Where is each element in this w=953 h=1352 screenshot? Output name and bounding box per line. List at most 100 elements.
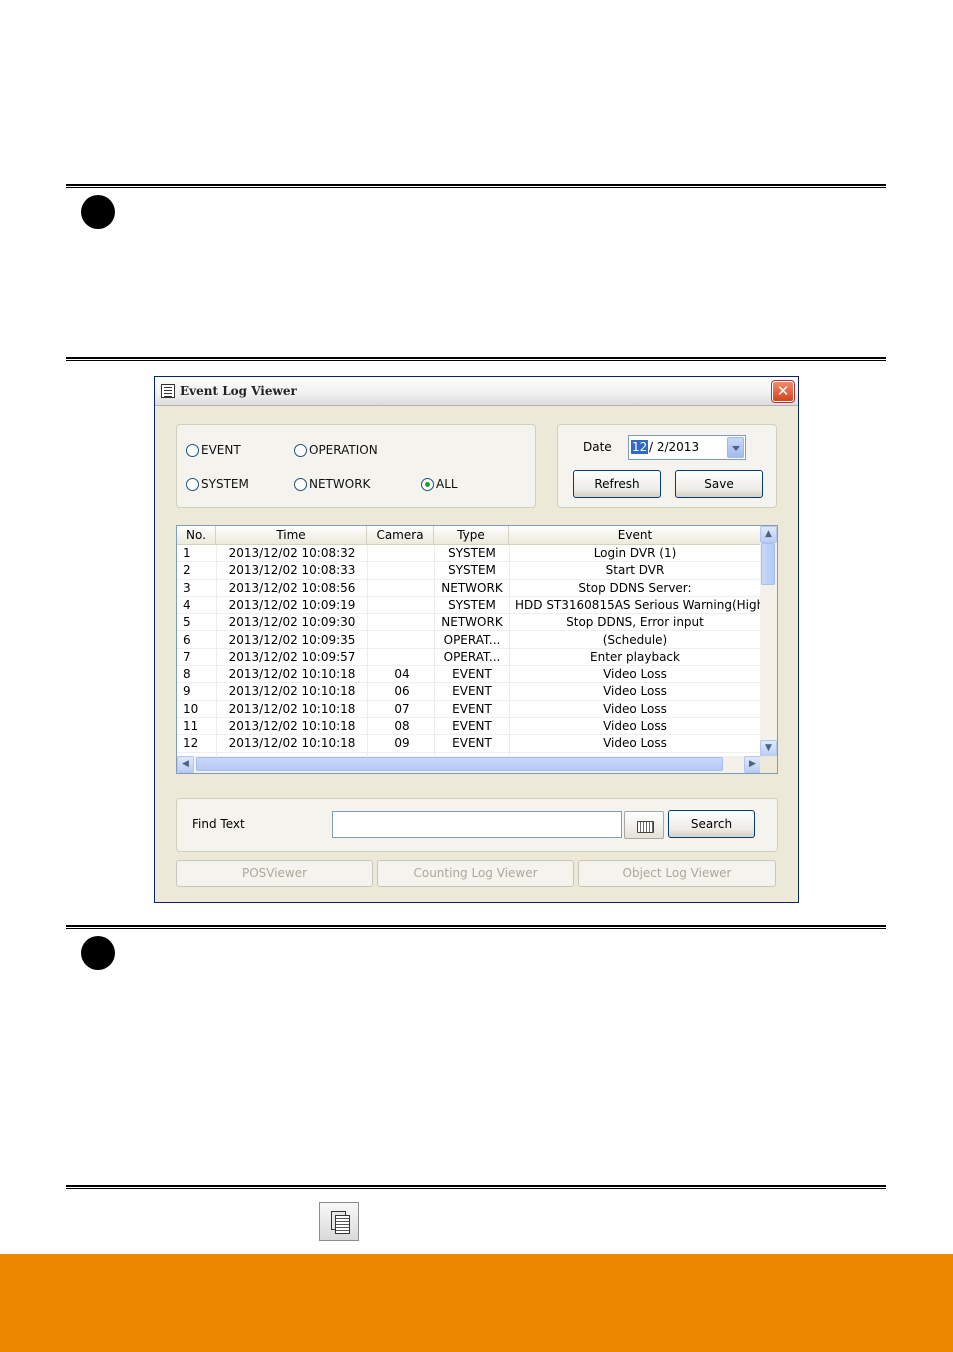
- radio-event-circle[interactable]: [186, 443, 199, 457]
- list-header: No. Time Camera Type Event: [177, 526, 761, 545]
- cell-no: 10: [183, 701, 199, 716]
- cell-no: 7: [183, 649, 191, 664]
- radio-all[interactable]: ALL: [421, 477, 458, 491]
- table-row[interactable]: 9 2013/12/02 10:10:18 06 EVENT Video Los…: [177, 683, 761, 701]
- radio-system[interactable]: SYSTEM: [186, 477, 249, 491]
- radio-system-circle[interactable]: [186, 477, 199, 491]
- cell-camera: 07: [394, 701, 410, 716]
- cell-event: Enter playback: [590, 649, 680, 664]
- note-bullet-1: [81, 195, 115, 229]
- scroll-right-icon[interactable]: ▶: [744, 756, 761, 773]
- cell-camera: [370, 597, 434, 614]
- table-row[interactable]: 2 2013/12/02 10:08:33 SYSTEM Start DVR: [177, 562, 761, 580]
- object-log-viewer-button[interactable]: Object Log Viewer: [578, 860, 776, 887]
- cell-camera: [370, 649, 434, 666]
- radio-operation-circle[interactable]: [294, 443, 307, 457]
- divider-top: [66, 184, 886, 188]
- find-text-input[interactable]: [332, 811, 622, 838]
- cell-type: SYSTEM: [448, 597, 496, 612]
- title-bar[interactable]: Event Log Viewer ✕: [155, 377, 798, 406]
- cell-event: Video Loss: [603, 701, 667, 716]
- table-row[interactable]: 4 2013/12/02 10:09:19 SYSTEM HDD ST31608…: [177, 597, 763, 615]
- scroll-up-icon[interactable]: ▲: [760, 526, 777, 543]
- cell-type: EVENT: [452, 667, 492, 682]
- copy-document-icon: [319, 1202, 359, 1241]
- cell-no: 12: [183, 736, 199, 751]
- cell-time: 2013/12/02 10:08:32: [228, 546, 356, 560]
- close-button[interactable]: ✕: [771, 380, 795, 403]
- cell-time: 2013/12/02 10:10:18: [228, 684, 356, 699]
- date-month[interactable]: 12: [631, 440, 649, 454]
- counting-log-viewer-button[interactable]: Counting Log Viewer: [377, 860, 574, 887]
- radio-event-label: EVENT: [201, 443, 241, 457]
- horizontal-scroll-thumb[interactable]: [196, 757, 723, 771]
- cell-time: 2013/12/02 10:08:33: [228, 563, 356, 578]
- date-rest[interactable]: / 2/2013: [649, 440, 699, 454]
- radio-network-circle[interactable]: [294, 477, 307, 491]
- cell-time: 2013/12/02 10:09:35: [228, 632, 356, 647]
- pos-viewer-button[interactable]: POSViewer: [176, 860, 373, 887]
- cell-type: EVENT: [452, 684, 492, 699]
- horizontal-scrollbar[interactable]: ◀ ▶: [177, 756, 761, 773]
- date-picker[interactable]: 12 / 2/2013: [628, 435, 746, 460]
- table-row[interactable]: 8 2013/12/02 10:10:18 04 EVENT Video Los…: [177, 666, 761, 684]
- search-button[interactable]: Search: [668, 810, 755, 838]
- divider-4: [66, 1185, 886, 1189]
- cell-type: OPERAT...: [443, 649, 501, 664]
- chevron-down-icon[interactable]: [727, 437, 744, 458]
- cell-type: NETWORK: [441, 580, 503, 595]
- cell-no: 5: [183, 615, 191, 630]
- cell-no: 1: [183, 546, 191, 560]
- cell-time: 2013/12/02 10:10:18: [228, 719, 356, 733]
- vertical-scrollbar[interactable]: ▲ ▼: [760, 526, 777, 757]
- scroll-left-icon[interactable]: ◀: [177, 756, 194, 773]
- table-row[interactable]: 12 2013/12/02 10:10:18 09 EVENT Video Lo…: [177, 735, 761, 753]
- radio-network-label: NETWORK: [309, 477, 371, 491]
- table-row[interactable]: 6 2013/12/02 10:09:35 OPERAT... (Schedul…: [177, 632, 761, 649]
- cell-camera: 08: [394, 719, 410, 733]
- cell-event: Stop DDNS, Error input: [566, 615, 704, 630]
- cell-no: 4: [183, 597, 191, 612]
- header-camera[interactable]: Camera: [367, 526, 434, 544]
- table-row[interactable]: 7 2013/12/02 10:09:57 OPERAT... Enter pl…: [177, 649, 761, 667]
- save-button[interactable]: Save: [675, 470, 763, 498]
- header-no[interactable]: No.: [177, 526, 216, 544]
- divider-2: [66, 357, 886, 361]
- header-time[interactable]: Time: [216, 526, 367, 544]
- cell-camera: 06: [394, 684, 410, 699]
- event-list[interactable]: No. Time Camera Type Event 1 2013/12/02 …: [176, 525, 778, 774]
- cell-event: Video Loss: [603, 736, 667, 751]
- radio-all-circle[interactable]: [421, 477, 434, 491]
- cell-event: Login DVR (1): [593, 546, 677, 560]
- radio-event[interactable]: EVENT: [186, 443, 241, 457]
- cell-event: (Schedule): [602, 632, 668, 647]
- cell-event: HDD ST3160815AS Serious Warning(High: [515, 597, 763, 612]
- header-type[interactable]: Type: [434, 526, 509, 544]
- cell-event: Video Loss: [603, 684, 667, 699]
- radio-network[interactable]: NETWORK: [294, 477, 370, 491]
- cell-event: Stop DDNS Server:: [578, 580, 692, 595]
- radio-operation[interactable]: OPERATION: [294, 443, 378, 457]
- cell-camera: 09: [394, 736, 410, 751]
- table-row[interactable]: 1 2013/12/02 10:08:32 SYSTEM Login DVR (…: [177, 545, 761, 563]
- cell-no: 9: [183, 684, 191, 699]
- radio-system-label: SYSTEM: [201, 477, 249, 491]
- cell-camera: [370, 562, 434, 579]
- cell-no: 11: [183, 719, 199, 733]
- find-text-label: Find Text: [192, 817, 245, 831]
- refresh-button[interactable]: Refresh: [573, 470, 661, 498]
- header-event[interactable]: Event: [509, 526, 761, 544]
- log-list-icon: [161, 384, 175, 398]
- scroll-down-icon[interactable]: ▼: [760, 740, 777, 757]
- cell-camera: [370, 580, 434, 597]
- table-row[interactable]: 3 2013/12/02 10:08:56 NETWORK Stop DDNS …: [177, 580, 761, 597]
- cell-event: Start DVR: [605, 563, 665, 578]
- cell-event: Video Loss: [603, 719, 667, 733]
- table-row[interactable]: 10 2013/12/02 10:10:18 07 EVENT Video Lo…: [177, 701, 761, 718]
- vertical-scroll-thumb[interactable]: [761, 543, 775, 585]
- keyboard-icon[interactable]: [624, 811, 664, 839]
- date-label: Date: [583, 440, 612, 454]
- cell-camera: [370, 632, 434, 649]
- table-row[interactable]: 5 2013/12/02 10:09:30 NETWORK Stop DDNS,…: [177, 614, 761, 632]
- table-row[interactable]: 11 2013/12/02 10:10:18 08 EVENT Video Lo…: [177, 718, 761, 736]
